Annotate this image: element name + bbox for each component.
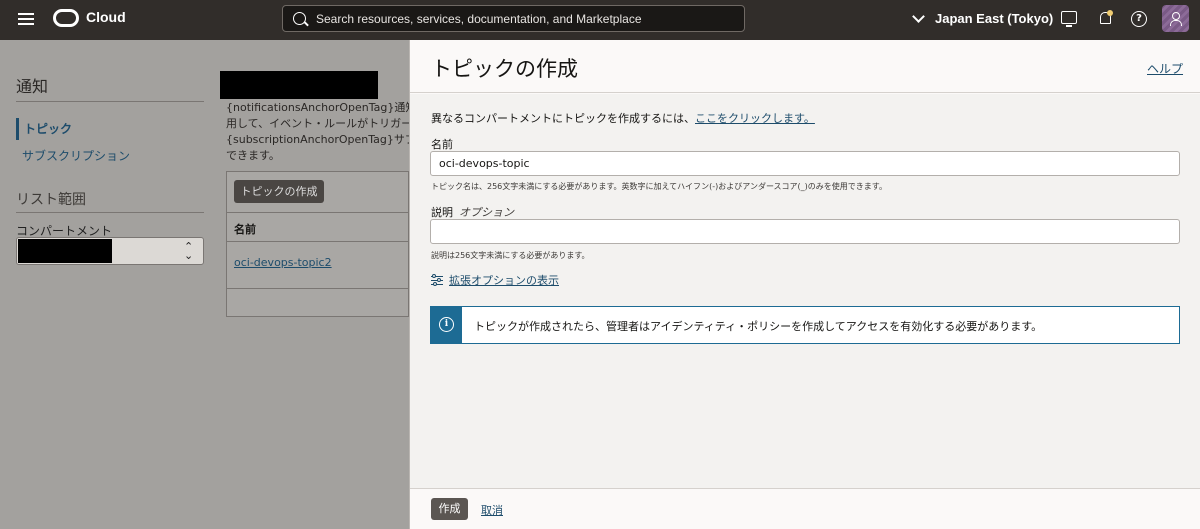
- name-label: 名前: [431, 138, 453, 151]
- table-row-link[interactable]: oci-devops-topic2: [234, 256, 332, 269]
- name-hint: トピック名は、256文字未満にする必要があります。英数字に加えてハイフン(-)お…: [431, 182, 887, 191]
- hamburger-menu-icon[interactable]: [18, 13, 34, 25]
- cancel-button[interactable]: 取消: [481, 502, 503, 518]
- redacted-value: [18, 239, 112, 263]
- create-button[interactable]: 作成: [431, 498, 468, 520]
- create-topic-button[interactable]: トピックの作成: [234, 180, 324, 203]
- description-line: 用して、イベント・ルールがトリガーさ: [226, 117, 409, 130]
- description-hint: 説明は256文字未満にする必要があります。: [431, 251, 590, 260]
- sliders-icon: [431, 274, 443, 286]
- top-header: Cloud Search resources, services, docume…: [0, 0, 1200, 40]
- advanced-options-toggle[interactable]: 拡張オプションの表示: [431, 272, 559, 288]
- notification-dot: [1107, 10, 1113, 16]
- intro-text: 異なるコンパートメントにトピックを作成するには、ここをクリックします。: [431, 110, 815, 126]
- search-input[interactable]: Search resources, services, documentatio…: [316, 12, 642, 26]
- sidebar-item-subscriptions[interactable]: サブスクリプション: [22, 147, 130, 164]
- divider: [16, 101, 204, 102]
- column-header-name[interactable]: 名前: [227, 212, 408, 242]
- compartment-select[interactable]: ⌃ ⌄: [16, 237, 204, 265]
- search-icon: [293, 12, 306, 25]
- panel-footer: 作成 取消: [410, 488, 1200, 529]
- oracle-logo-icon[interactable]: [53, 9, 79, 27]
- background-page: 通知 トピック サブスクリプション リスト範囲 コンパートメント ⌃ ⌄ {not…: [0, 40, 409, 529]
- description-input[interactable]: [430, 219, 1180, 244]
- create-topic-panel: トピックの作成 ヘルプ 異なるコンパートメントにトピックを作成するには、ここをク…: [409, 40, 1200, 529]
- panel-body: 異なるコンパートメントにトピックを作成するには、ここをクリックします。 名前 o…: [410, 94, 1200, 488]
- panel-header: トピックの作成 ヘルプ: [410, 40, 1200, 93]
- info-banner: i トピックが作成されたら、管理者はアイデンティティ・ポリシーを作成してアクセス…: [430, 306, 1180, 344]
- sidebar-item-topics[interactable]: トピック: [16, 118, 72, 140]
- help-icon[interactable]: ?: [1131, 11, 1147, 27]
- region-selector[interactable]: Japan East (Tokyo): [935, 11, 1053, 26]
- change-compartment-link[interactable]: ここをクリックします。: [695, 112, 815, 125]
- help-link[interactable]: ヘルプ: [1147, 60, 1183, 77]
- page-description: {notificationsAnchorOpenTag}通知サー 用して、イベン…: [226, 100, 409, 164]
- divider: [16, 212, 204, 213]
- app-name[interactable]: Cloud: [86, 9, 126, 25]
- list-scope-title: リスト範囲: [16, 192, 86, 208]
- description-line: できます。: [226, 149, 280, 162]
- description-line: {notificationsAnchorOpenTag}通知サー: [226, 101, 409, 114]
- advanced-options-label[interactable]: 拡張オプションの表示: [449, 274, 559, 287]
- description-label-text: 説明: [431, 206, 453, 219]
- name-input[interactable]: oci-devops-topic: [430, 151, 1180, 176]
- table-footer: [227, 288, 408, 289]
- info-icon: i: [439, 317, 454, 332]
- intro-label: 異なるコンパートメントにトピックを作成するには、: [431, 112, 695, 125]
- panel-title: トピックの作成: [431, 57, 578, 81]
- topics-table: トピックの作成 名前 oci-devops-topic2: [226, 171, 409, 317]
- info-strip: i: [431, 307, 462, 343]
- search-bar[interactable]: Search resources, services, documentatio…: [282, 5, 745, 32]
- description-line: {subscriptionAnchorOpenTag}サブスク: [226, 133, 409, 146]
- optional-tag: オプション: [459, 206, 514, 219]
- select-arrows-icon: ⌃ ⌄: [184, 240, 194, 262]
- developer-tools-icon[interactable]: [1061, 11, 1077, 27]
- description-label: 説明 オプション: [431, 204, 514, 220]
- nav-title: 通知: [16, 79, 49, 96]
- info-message: トピックが作成されたら、管理者はアイデンティティ・ポリシーを作成してアクセスを有…: [474, 320, 1043, 333]
- redacted-page-title: [220, 71, 378, 99]
- avatar[interactable]: [1162, 5, 1189, 32]
- chevron-down-icon[interactable]: [912, 10, 925, 23]
